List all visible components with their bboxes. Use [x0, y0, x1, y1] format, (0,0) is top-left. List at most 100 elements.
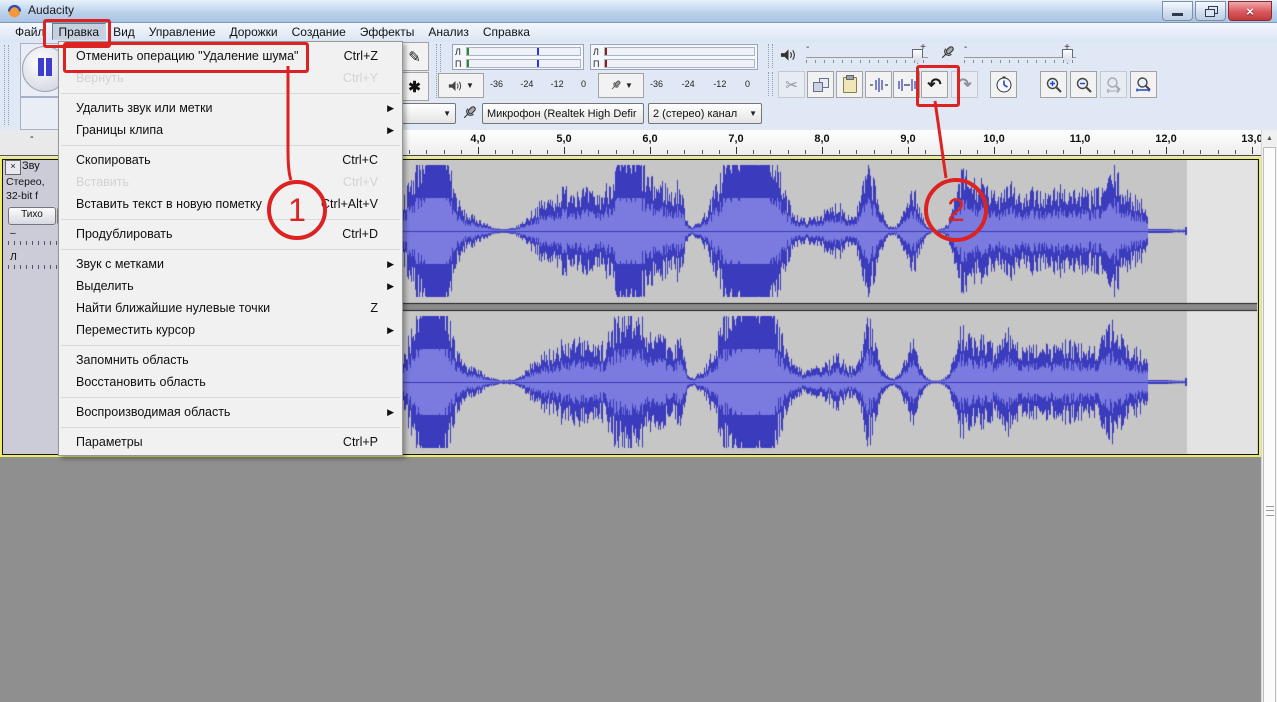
- minimize-icon: [1172, 13, 1183, 16]
- track-mute-button[interactable]: Тихо: [8, 207, 56, 225]
- recording-meter-scale: -36-24-120: [650, 79, 750, 89]
- menu-item[interactable]: Воспроизводимая область▶: [59, 401, 402, 423]
- menu-item[interactable]: Выделить▶: [59, 275, 402, 297]
- copy-button[interactable]: [807, 71, 834, 98]
- ruler-label: 9,0: [900, 133, 915, 145]
- restore-button[interactable]: [1195, 1, 1226, 21]
- ruler-tick: [1218, 150, 1219, 154]
- zoom-selection-icon: [1105, 76, 1123, 94]
- trim-audio-button[interactable]: [865, 71, 892, 98]
- recording-meter-menu-button[interactable]: ▼: [598, 73, 644, 98]
- zoom-fit-button[interactable]: [1130, 71, 1157, 98]
- copy-icon: [813, 78, 828, 91]
- playback-meter-menu-button[interactable]: ▼: [438, 73, 484, 98]
- output-volume-slider[interactable]: - +: [806, 42, 928, 68]
- clock-icon: [995, 76, 1013, 94]
- menu-item[interactable]: Восстановить область: [59, 371, 402, 393]
- restore-icon: [1205, 6, 1217, 16]
- track-close-button[interactable]: ×: [5, 160, 21, 175]
- dropdown-arrow-icon: ▼: [744, 109, 757, 118]
- zoom-out-button[interactable]: [1070, 71, 1097, 98]
- menu-item[interactable]: Границы клипа▶: [59, 119, 402, 141]
- input-volume-slider[interactable]: - +: [964, 42, 1076, 68]
- meter-scale-label: -36: [490, 79, 503, 89]
- dropdown-arrow-icon: ▼: [625, 81, 633, 90]
- mixer-toolbar-grip[interactable]: [768, 44, 773, 68]
- track-gain-slider[interactable]: [8, 241, 58, 245]
- play-button[interactable]: [20, 97, 60, 130]
- scrollbar-up-button[interactable]: ▲: [1262, 130, 1277, 146]
- close-icon: ×: [1246, 4, 1254, 19]
- zoom-selection-button[interactable]: [1100, 71, 1127, 98]
- menu-item[interactable]: СкопироватьCtrl+C: [59, 149, 402, 171]
- input-channels-combo[interactable]: 2 (стерео) канал ▼: [648, 103, 762, 124]
- slider-min-label: -: [964, 42, 967, 53]
- paste-button[interactable]: [836, 71, 863, 98]
- pause-icon: [38, 58, 44, 76]
- menu-item[interactable]: Звук с метками▶: [59, 253, 402, 275]
- ruler-tick: [444, 150, 445, 154]
- menu-item[interactable]: Найти ближайшие нулевые точкиZ: [59, 297, 402, 319]
- input-device-combo[interactable]: Микрофон (Realtek High Defir ▼: [482, 103, 644, 124]
- menubar-item-1[interactable]: Файл: [8, 23, 52, 40]
- draw-tool-button[interactable]: ✎: [400, 42, 429, 71]
- ruler-label: 13,0: [1241, 133, 1261, 145]
- menubar-item-4[interactable]: Управление: [142, 23, 223, 40]
- ruler-tick: [942, 150, 943, 154]
- slider-ticks: [806, 60, 928, 63]
- speaker-icon: [448, 80, 463, 92]
- track-name[interactable]: Зву: [22, 160, 40, 172]
- track-bitdepth-label: 32-bit f: [6, 190, 38, 202]
- menu-item[interactable]: Удалить звук или метки▶: [59, 97, 402, 119]
- ruler-tick: [925, 150, 926, 154]
- cut-button[interactable]: ✂: [778, 71, 805, 98]
- menu-item[interactable]: ПараметрыCtrl+P: [59, 431, 402, 453]
- meter-scale-label: -12: [713, 79, 726, 89]
- meter-channel-label: П: [593, 59, 599, 69]
- menu-item[interactable]: Переместить курсор▶: [59, 319, 402, 341]
- menubar-item-8[interactable]: Анализ: [421, 23, 476, 40]
- toolbar-grip[interactable]: [4, 45, 9, 125]
- ruler-tick: [598, 150, 599, 154]
- pause-icon: [46, 58, 52, 76]
- sync-lock-button[interactable]: [990, 71, 1017, 98]
- meter-scale-label: -36: [650, 79, 663, 89]
- multi-tool-button[interactable]: ✱: [400, 72, 429, 101]
- menu-item[interactable]: Запомнить область: [59, 349, 402, 371]
- menubar-item-7[interactable]: Эффекты: [353, 23, 422, 40]
- menubar-item-2[interactable]: Правка: [52, 23, 107, 40]
- recording-meter[interactable]: Л П: [590, 44, 758, 70]
- ruler-tick: [616, 150, 617, 154]
- scrollbar-thumb[interactable]: [1263, 147, 1276, 702]
- vertical-scrollbar[interactable]: ▲: [1261, 130, 1277, 702]
- menu-separator: [59, 89, 402, 97]
- undo-icon: ↶: [927, 76, 941, 93]
- ruler-tick: [495, 150, 496, 154]
- track-pan-slider[interactable]: [8, 265, 58, 269]
- ruler-tick: [1252, 147, 1253, 154]
- redo-button[interactable]: ↷: [951, 71, 978, 98]
- menubar-item-6[interactable]: Создание: [285, 23, 353, 40]
- close-button[interactable]: ×: [1228, 1, 1272, 21]
- menu-separator: [59, 141, 402, 149]
- meter-channel-label: Л: [593, 47, 599, 57]
- menubar-item-3[interactable]: Вид: [106, 23, 142, 40]
- dropdown-arrow-icon: ▼: [438, 109, 451, 118]
- edit-toolbar-grip[interactable]: [768, 72, 773, 96]
- ruler-tick: [409, 150, 410, 154]
- ruler-label: 10,0: [983, 133, 1004, 145]
- silence-audio-button[interactable]: [893, 71, 920, 98]
- menu-item[interactable]: ПродублироватьCtrl+D: [59, 223, 402, 245]
- undo-button[interactable]: ↶: [921, 71, 948, 98]
- zoom-in-button[interactable]: [1040, 71, 1067, 98]
- menu-item[interactable]: Отменить операцию "Удаление шума"Ctrl+Z: [59, 45, 402, 67]
- menubar-item-9[interactable]: Справка: [476, 23, 537, 40]
- menubar: ФайлПравкаВидУправлениеДорожкиСозданиеЭф…: [0, 23, 1277, 42]
- menubar-item-5[interactable]: Дорожки: [223, 23, 285, 40]
- minimize-button[interactable]: [1162, 1, 1193, 21]
- menu-item[interactable]: Вставить текст в новую пометкуCtrl+Alt+V: [59, 193, 402, 215]
- ruler-tick: [1063, 150, 1064, 154]
- audacity-logo-icon: [7, 3, 22, 18]
- playback-meter[interactable]: Л П: [452, 44, 584, 70]
- input-device-value: Микрофон (Realtek High Defir: [487, 108, 637, 120]
